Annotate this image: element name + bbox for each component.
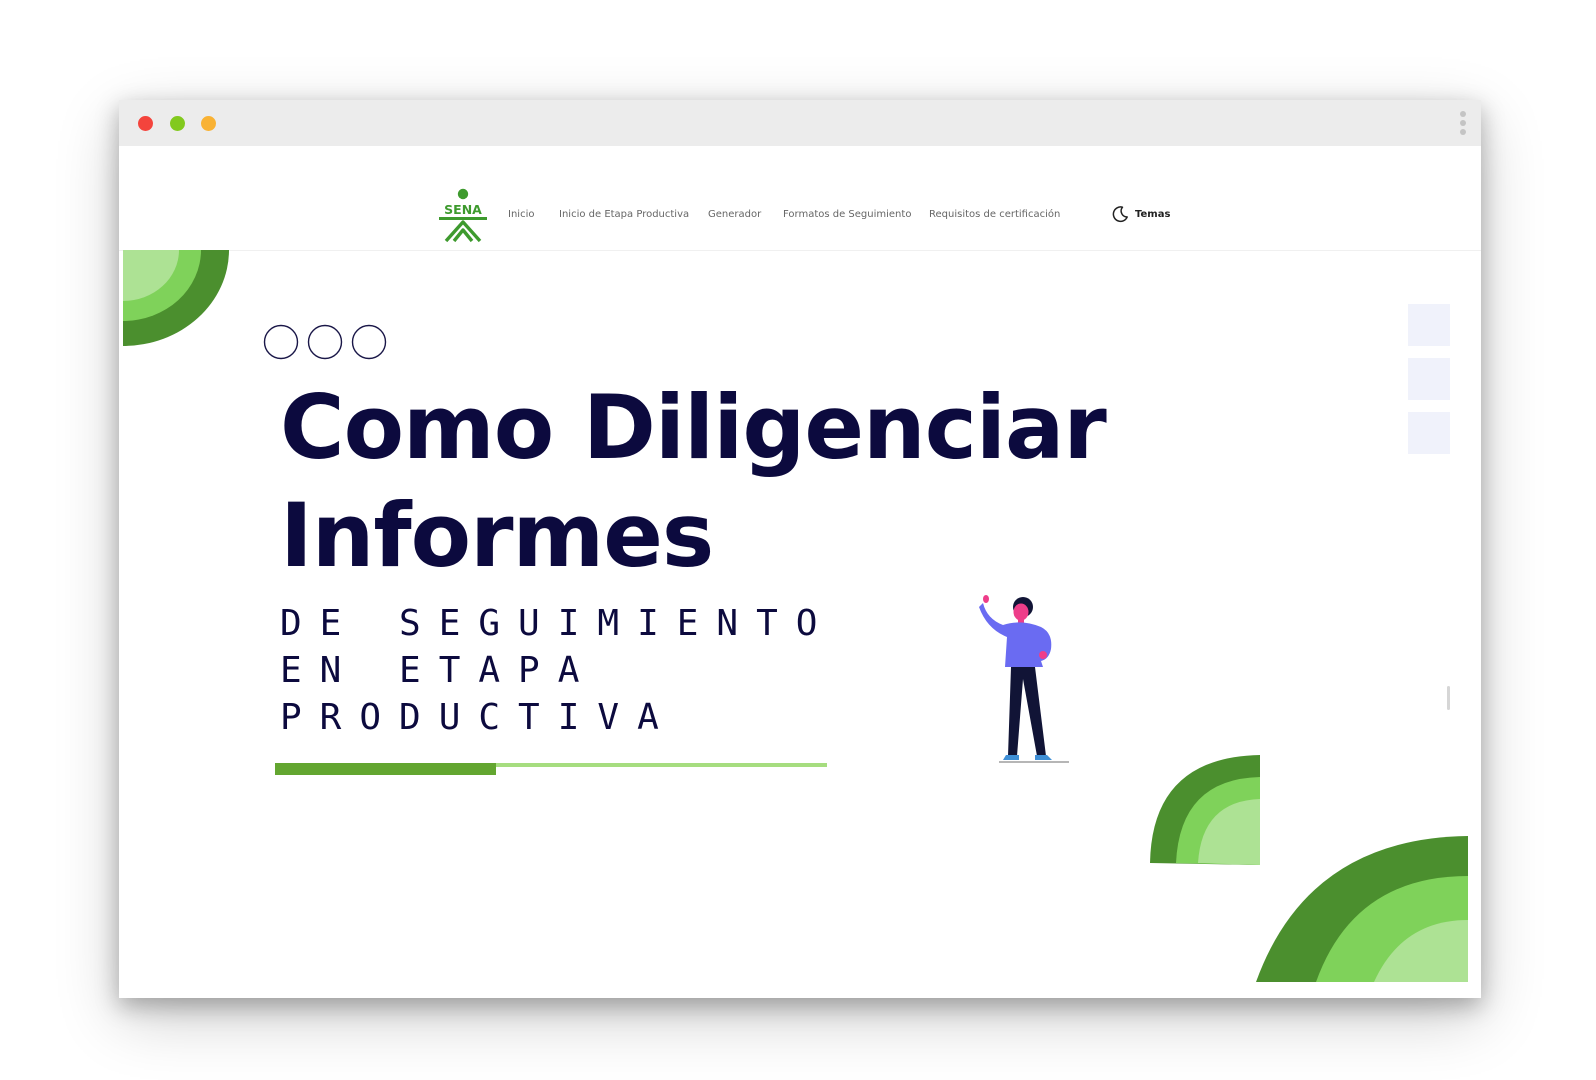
person-pointing-illustration	[979, 595, 1069, 763]
nav-item-formatos-seguimiento[interactable]: Formatos de Seguimiento	[783, 209, 911, 220]
sena-logo[interactable]: SENA	[436, 188, 490, 244]
decorative-arc-bottom-right	[1256, 836, 1468, 982]
hero-title: Como Diligenciar Informes	[280, 374, 1107, 590]
window-titlebar	[119, 100, 1481, 146]
zoom-window-button[interactable]	[201, 116, 216, 131]
side-squares	[1408, 304, 1450, 466]
side-square-1[interactable]	[1408, 304, 1450, 346]
moon-icon	[1112, 206, 1128, 223]
nav-item-requisitos-certificacion[interactable]: Requisitos de certificación	[929, 209, 1060, 220]
side-scroll-handle[interactable]	[1447, 686, 1450, 710]
theme-label: Temas	[1135, 209, 1171, 220]
progress-fill	[275, 763, 496, 775]
hero-title-line-1: Como Diligenciar	[280, 376, 1107, 479]
hero-subtitle-line-3: PRODUCTIVA	[280, 697, 677, 738]
hero-title-line-2: Informes	[280, 484, 714, 587]
hero-subtitle-line-1: DE SEGUIMIENTO	[280, 603, 836, 644]
minimize-window-button[interactable]	[170, 116, 185, 131]
decorative-arc-top-left	[123, 250, 229, 346]
top-navbar: SENA Inicio Inicio de Etapa Productiva G…	[119, 146, 1481, 251]
logo-text: SENA	[444, 202, 482, 217]
page-content: SENA Inicio Inicio de Etapa Productiva G…	[119, 146, 1481, 998]
close-window-button[interactable]	[138, 116, 153, 131]
hero-subtitle-line-2: EN ETAPA	[280, 650, 598, 691]
nav-item-inicio[interactable]: Inicio	[508, 209, 534, 220]
side-square-3[interactable]	[1408, 412, 1450, 454]
nav-item-inicio-etapa-productiva[interactable]: Inicio de Etapa Productiva	[559, 209, 689, 220]
kebab-menu-icon[interactable]	[1460, 111, 1466, 137]
hero-progress-bar	[275, 762, 827, 775]
decorative-arc-middle	[1150, 755, 1260, 865]
decorative-circles	[263, 324, 387, 360]
hero-subtitle: DE SEGUIMIENTO EN ETAPA PRODUCTIVA	[280, 600, 835, 741]
side-square-2[interactable]	[1408, 358, 1450, 400]
nav-item-generador[interactable]: Generador	[708, 209, 761, 220]
browser-window: SENA Inicio Inicio de Etapa Productiva G…	[119, 100, 1481, 998]
